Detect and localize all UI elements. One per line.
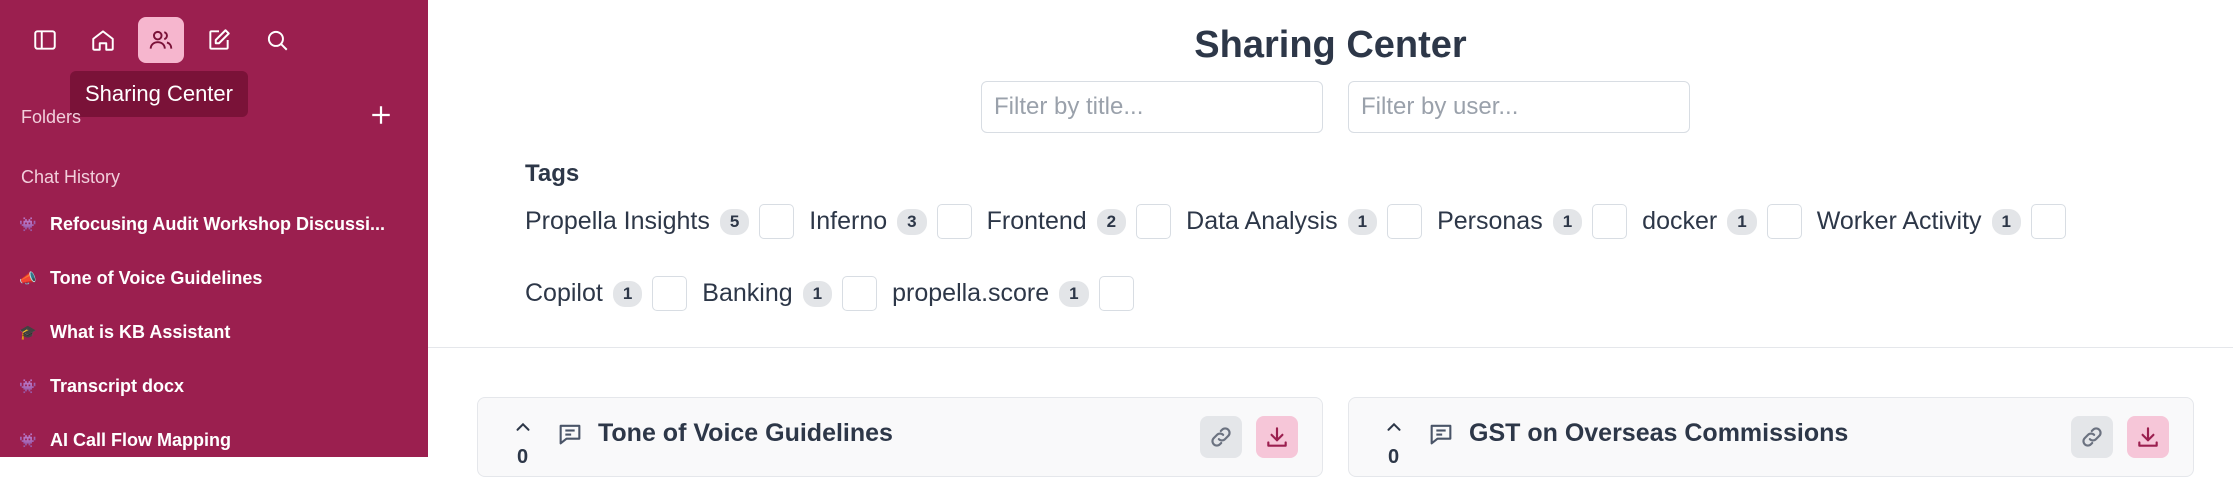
tag-count-badge: 3 [897, 208, 927, 235]
chevron-up-icon[interactable] [1383, 416, 1405, 438]
tags-heading: Tags [525, 160, 580, 187]
tag-checkbox[interactable] [1387, 204, 1423, 239]
chat-item[interactable]: 👾 AI Call Flow Mapping [18, 430, 231, 451]
chat-title: What is KB Assistant [50, 322, 231, 342]
chat-bubble-icon [559, 424, 581, 445]
tag-count-badge: 1 [802, 280, 833, 307]
main-content: Sharing Center Tags Propella Insights 5 … [428, 0, 2233, 477]
tag-name: docker [1642, 207, 1718, 235]
tag-checkbox[interactable] [1592, 204, 1628, 239]
download-icon [1267, 427, 1287, 447]
tag-count-badge: 1 [612, 280, 643, 307]
tag: Personas 1 [1437, 204, 1628, 239]
tag-row: Propella Insights 5 Inferno 3 Frontend 2… [525, 204, 2081, 239]
vote-count: 0 [1388, 446, 1400, 468]
tag-checkbox[interactable] [1136, 204, 1172, 239]
tag-count-badge: 1 [1347, 208, 1378, 235]
tag-name: Data Analysis [1186, 207, 1338, 235]
chat-history-label: Chat History [21, 167, 121, 187]
chat-title: Refocusing Audit Workshop Discussi... [50, 214, 386, 234]
shared-chat-card[interactable]: 0 Tone of Voice Guidelines [477, 397, 1323, 477]
tag: Inferno 3 [809, 204, 972, 239]
copy-link-button[interactable] [1200, 416, 1242, 458]
download-button[interactable] [1256, 416, 1298, 458]
card-title[interactable]: Tone of Voice Guidelines [598, 419, 893, 448]
tag-checkbox[interactable] [2031, 204, 2066, 239]
sidebar-toolbar [22, 17, 300, 63]
chat-item[interactable]: 👾 Transcript docx [18, 376, 184, 397]
filter-user-input[interactable] [1348, 81, 1690, 133]
chat-item[interactable]: 👾 Refocusing Audit Workshop Discussi... [18, 214, 385, 235]
tag-checkbox[interactable] [936, 204, 972, 239]
tooltip: Sharing Center [70, 71, 248, 117]
home-icon[interactable] [80, 17, 126, 63]
chat-title: Tone of Voice Guidelines [50, 268, 263, 288]
download-icon [2138, 427, 2158, 447]
chat-title: AI Call Flow Mapping [50, 430, 231, 450]
chevron-up-icon[interactable] [512, 416, 534, 438]
search-icon[interactable] [254, 17, 300, 63]
chat-emoji: 👾 [19, 216, 37, 232]
tag-checkbox[interactable] [1098, 276, 1134, 311]
tag-name: Propella Insights [525, 207, 710, 235]
chat-item[interactable]: 📣 Tone of Voice Guidelines [18, 268, 262, 289]
tag: Propella Insights 5 [525, 204, 795, 239]
divider [428, 347, 2233, 348]
page-title: Sharing Center [1194, 24, 1467, 66]
chat-bubble-icon [1430, 424, 1452, 445]
tag: docker 1 [1642, 204, 1802, 239]
chat-item[interactable]: 🎓 What is KB Assistant [18, 322, 230, 343]
chat-emoji: 🎓 [19, 324, 37, 340]
chat-emoji: 📣 [19, 270, 37, 286]
tag-count-badge: 1 [1727, 208, 1757, 235]
tag-name: propella.score [892, 279, 1050, 307]
tag-checkbox[interactable] [759, 204, 795, 239]
plus-icon[interactable] [366, 100, 396, 130]
shared-chat-card[interactable]: 0 GST on Overseas Commissions [1348, 397, 2194, 477]
tag-name: Personas [1437, 207, 1543, 235]
tag-name: Worker Activity [1816, 207, 1982, 235]
link-icon [1211, 427, 1231, 447]
card-title[interactable]: GST on Overseas Commissions [1469, 419, 1848, 448]
chat-emoji: 👾 [19, 378, 37, 394]
tag-checkbox[interactable] [1766, 204, 1802, 239]
folders-label: Folders [21, 107, 82, 127]
tag-count-badge: 5 [719, 208, 750, 235]
tag: Worker Activity 1 [1817, 204, 2066, 239]
chat-title: Transcript docx [50, 376, 185, 396]
tag-name: Inferno [809, 207, 888, 235]
tag-checkbox[interactable] [842, 276, 878, 311]
tag-count-badge: 1 [1059, 280, 1089, 307]
tag-name: Copilot [525, 279, 603, 307]
tag: Banking 1 [702, 276, 878, 311]
tag-checkbox[interactable] [652, 276, 688, 311]
tag-count-badge: 1 [1552, 208, 1583, 235]
copy-link-button[interactable] [2071, 416, 2113, 458]
link-icon [2082, 427, 2102, 447]
tag-name: Frontend [986, 207, 1087, 235]
edit-icon[interactable] [196, 17, 242, 63]
chat-emoji: 👾 [19, 432, 37, 448]
tag-count-badge: 1 [1991, 208, 2021, 235]
users-icon[interactable] [138, 17, 184, 63]
tag-count-badge: 2 [1096, 208, 1127, 235]
tag: Copilot 1 [525, 276, 688, 311]
vote-count: 0 [517, 446, 529, 468]
tag: propella.score 1 [892, 276, 1134, 311]
download-button[interactable] [2127, 416, 2169, 458]
filter-title-input[interactable] [981, 81, 1323, 133]
sidebar: Sharing Center Folders Chat History 👾 Re… [0, 0, 428, 457]
tag: Frontend 2 [987, 204, 1172, 239]
sidebar-toggle-icon[interactable] [22, 17, 68, 63]
tag: Data Analysis 1 [1186, 204, 1423, 239]
tag-name: Banking [702, 279, 793, 307]
tag-row: Copilot 1 Banking 1 propella.score 1 [525, 276, 1149, 311]
